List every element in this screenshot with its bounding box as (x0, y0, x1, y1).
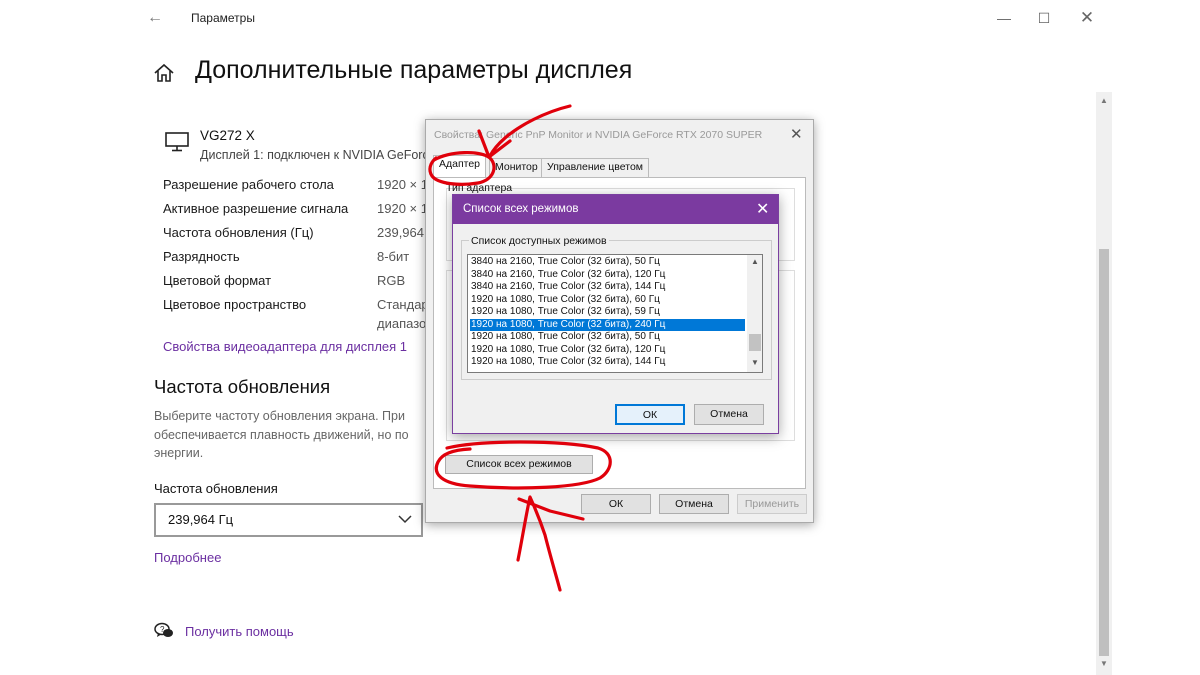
home-icon[interactable] (153, 62, 175, 84)
refresh-rate-value: 239,964 Гц (168, 512, 234, 527)
more-info-link[interactable]: Подробнее (154, 550, 221, 565)
info-value: 1920 × 1 (377, 177, 428, 192)
info-label: Цветовое пространство (163, 297, 307, 312)
page-title: Дополнительные параметры дисплея (195, 56, 633, 84)
list-item[interactable]: 1920 на 1080, True Color (32 бита), 59 Г… (471, 306, 660, 319)
info-label: Разрядность (163, 249, 240, 264)
properties-dialog-title: Свойства: Generic PnP Monitor и NVIDIA G… (434, 129, 763, 141)
tab-monitor[interactable]: Монитор (489, 158, 544, 177)
close-icon[interactable]: ✕ (756, 199, 769, 219)
desc-line: Выберите частоту обновления экрана. При (154, 409, 405, 423)
info-value: RGB (377, 273, 406, 288)
window-title: Параметры (191, 11, 255, 25)
info-label: Активное разрешение сигнала (163, 201, 349, 216)
svg-text:?: ? (160, 625, 165, 634)
minimize-button[interactable]: — (991, 6, 1017, 30)
close-icon[interactable]: ✕ (790, 125, 803, 143)
ok-button[interactable]: ОК (581, 494, 651, 514)
info-value: 1920 × 1 (377, 201, 428, 216)
refresh-description: Выберите частоту обновления экрана. При … (154, 407, 409, 463)
all-modes-dialog: Список всех режимов ✕ Список доступных р… (452, 194, 779, 434)
list-item[interactable]: 3840 на 2160, True Color (32 бита), 50 Г… (471, 256, 660, 269)
modes-ok-button[interactable]: ОК (615, 404, 685, 425)
info-value: 8-бит (377, 249, 410, 264)
scroll-up-icon[interactable]: ▲ (1096, 94, 1112, 108)
modes-group-label: Список доступных режимов (469, 235, 609, 247)
listbox-scroll-thumb[interactable] (749, 334, 761, 351)
apply-button[interactable]: Применить (737, 494, 807, 514)
scrollbar[interactable]: ▲ ▼ (1096, 92, 1112, 675)
info-value: Стандар (377, 297, 429, 312)
modes-dialog-title: Список всех режимов (463, 203, 579, 215)
chevron-down-icon (398, 515, 412, 524)
cancel-button[interactable]: Отмена (659, 494, 729, 514)
monitor-icon (165, 132, 189, 152)
info-value-continued: диапазо (377, 316, 427, 331)
refresh-section-title: Частота обновления (154, 376, 331, 397)
listbox-scrollbar[interactable]: ▲ ▼ (747, 255, 762, 372)
scroll-down-icon[interactable]: ▼ (747, 357, 762, 369)
list-item[interactable]: 1920 на 1080, True Color (32 бита), 60 Г… (471, 294, 660, 307)
back-arrow-icon[interactable]: ← (145, 8, 165, 28)
monitor-subtitle: Дисплей 1: подключен к NVIDIA GeForce (200, 148, 436, 162)
info-label: Цветовой формат (163, 273, 272, 288)
info-value: 239,964 (377, 225, 424, 240)
help-chat-icon: ? (154, 622, 173, 637)
close-button[interactable]: ✕ (1074, 6, 1100, 30)
list-all-modes-button[interactable]: Список всех режимов (445, 455, 593, 474)
refresh-rate-label: Частота обновления (154, 481, 278, 496)
modes-cancel-button[interactable]: Отмена (694, 404, 764, 425)
list-item[interactable]: 1920 на 1080, True Color (32 бита), 144 … (471, 356, 665, 369)
maximize-button[interactable]: ☐ (1031, 6, 1057, 30)
modes-title-bar: Список всех режимов ✕ (453, 195, 778, 224)
tab-color-management[interactable]: Управление цветом (541, 158, 650, 177)
monitor-name: VG272 X (200, 128, 255, 143)
adapter-type-label: Тип адаптера (446, 182, 513, 194)
get-help-link[interactable]: Получить помощь (185, 624, 294, 639)
modes-listbox[interactable]: 3840 на 2160, True Color (32 бита), 50 Г… (467, 254, 763, 373)
desc-line: энергии. (154, 446, 204, 460)
scroll-up-icon[interactable]: ▲ (747, 256, 762, 268)
list-item[interactable]: 1920 на 1080, True Color (32 бита), 50 Г… (471, 331, 660, 344)
list-item[interactable]: 3840 на 2160, True Color (32 бита), 120 … (471, 269, 665, 282)
desc-line: обеспечивается плавность движений, но по (154, 427, 409, 442)
list-item[interactable]: 3840 на 2160, True Color (32 бита), 144 … (471, 281, 665, 294)
tab-adapter[interactable]: Адаптер (433, 155, 487, 177)
scroll-down-icon[interactable]: ▼ (1096, 657, 1112, 671)
list-item[interactable]: 1920 на 1080, True Color (32 бита), 240 … (470, 318, 745, 331)
info-label: Частота обновления (Гц) (163, 225, 314, 240)
scrollbar-thumb[interactable] (1099, 249, 1109, 656)
info-label: Разрешение рабочего стола (163, 177, 334, 192)
title-bar: ← Параметры — ☐ ✕ (133, 0, 1113, 36)
refresh-rate-dropdown[interactable]: 239,964 Гц (154, 503, 423, 537)
list-item[interactable]: 1920 на 1080, True Color (32 бита), 120 … (471, 344, 665, 357)
adapter-properties-link[interactable]: Свойства видеоадаптера для дисплея 1 (163, 339, 407, 354)
